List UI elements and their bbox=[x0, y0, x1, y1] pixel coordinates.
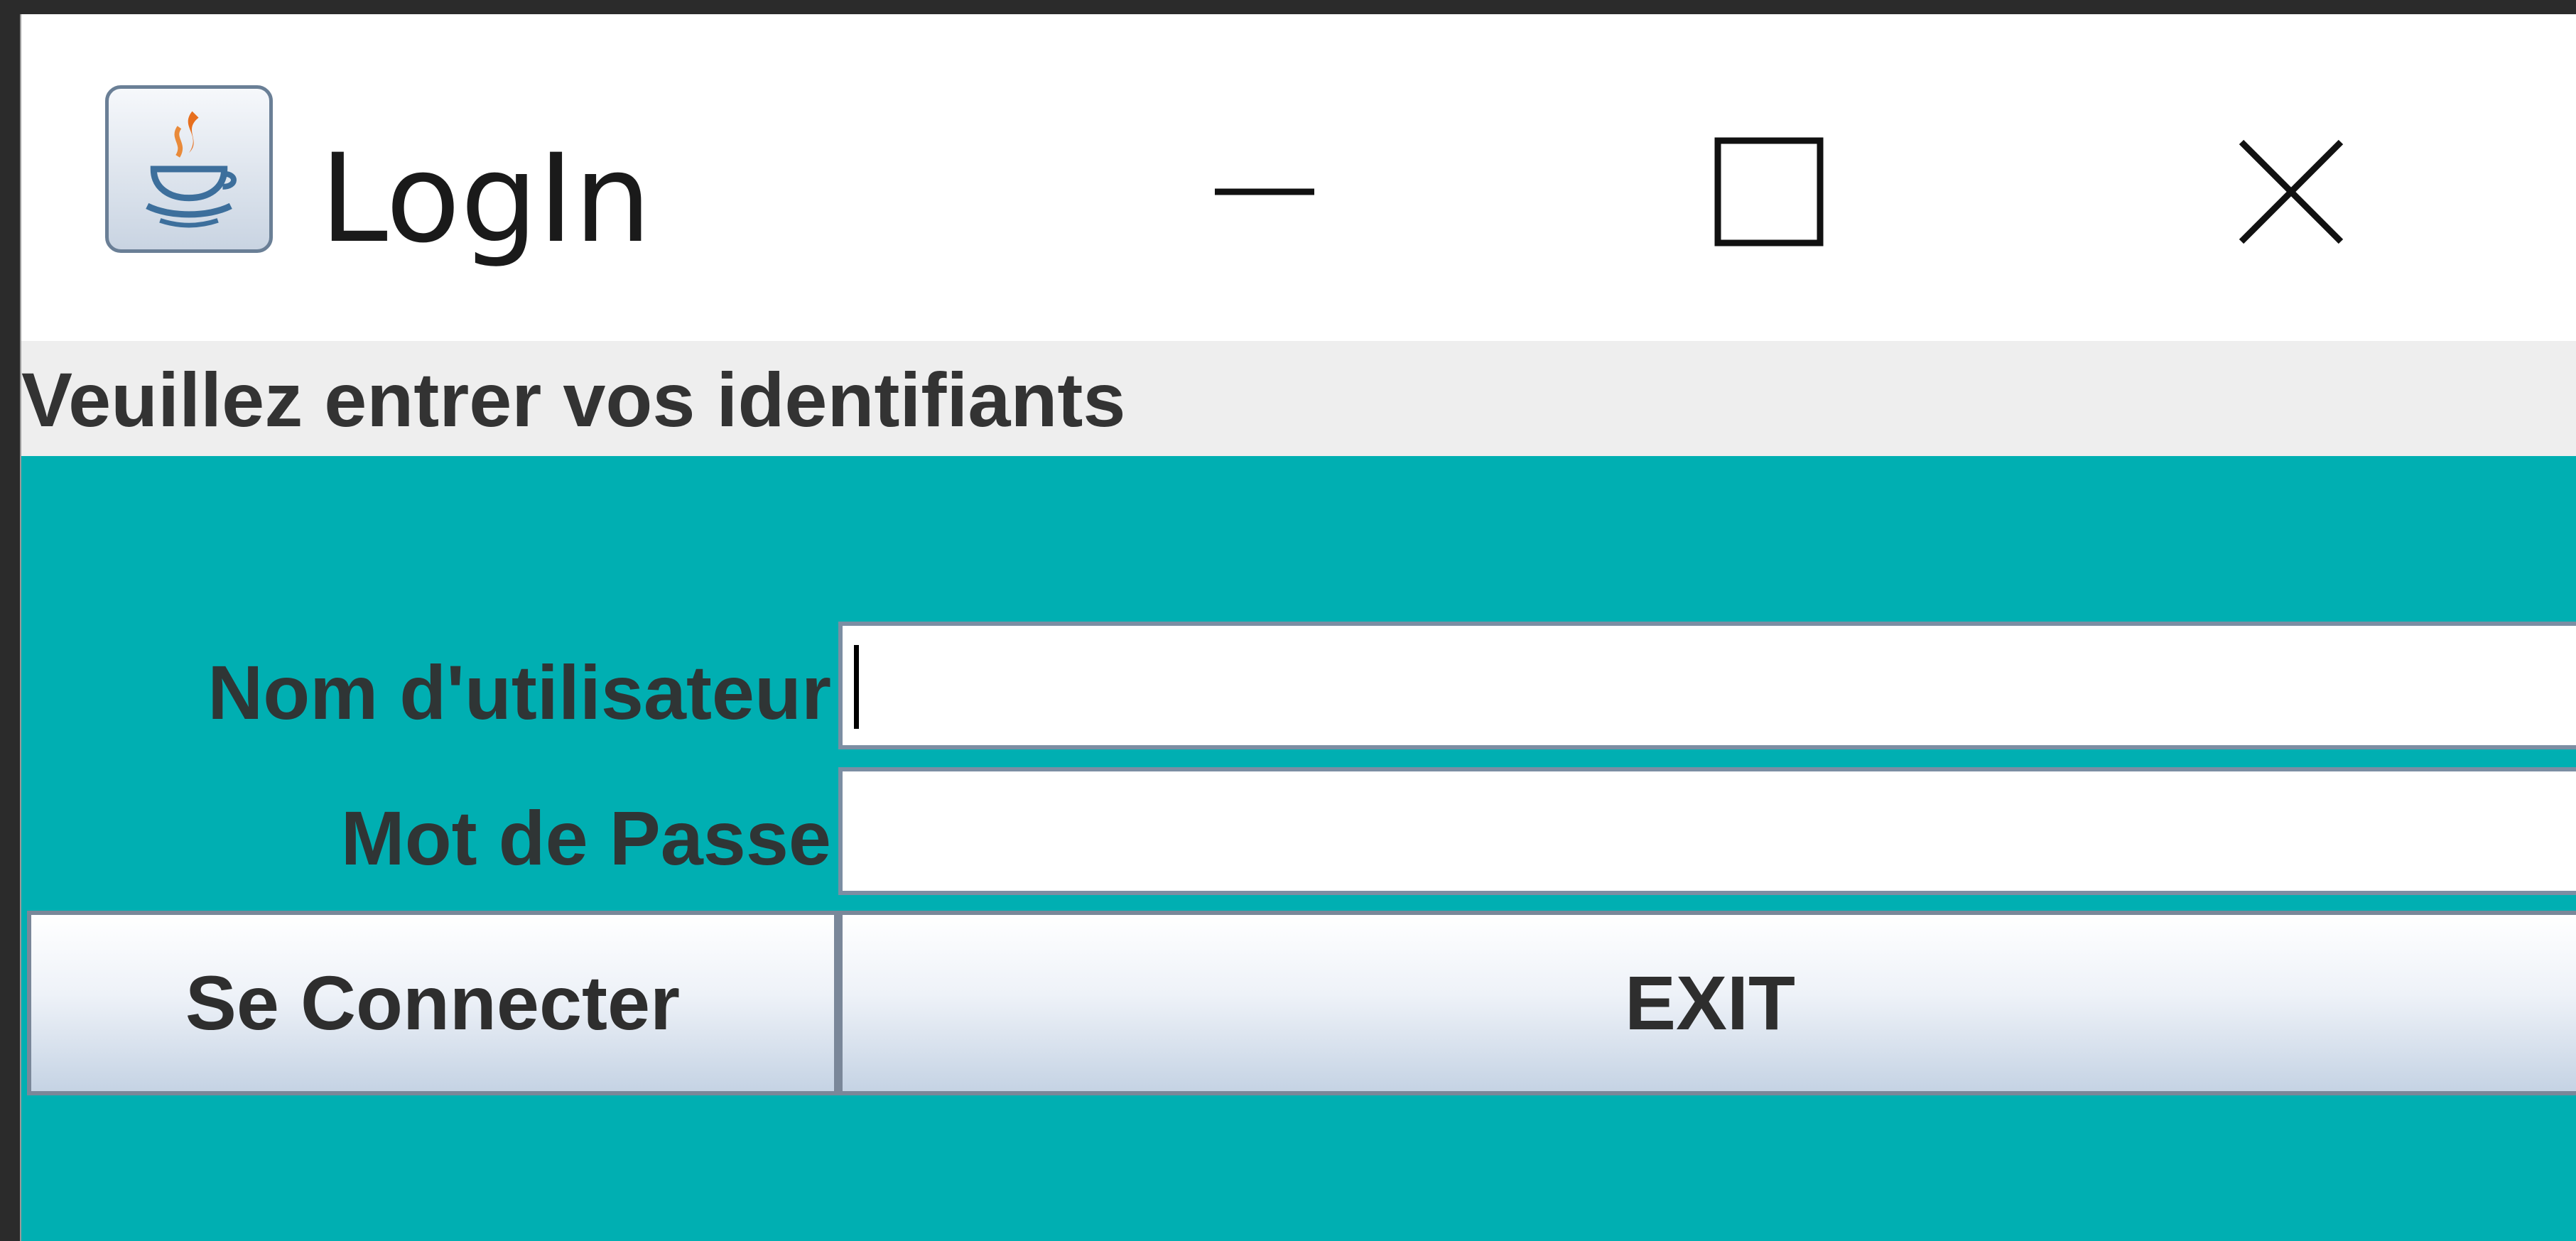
close-icon[interactable] bbox=[2220, 121, 2362, 263]
title-bar[interactable]: LogIn bbox=[21, 14, 2576, 341]
username-label: Nom d'utilisateur bbox=[207, 649, 831, 735]
heading-band: Veuillez entrer vos identifiants bbox=[21, 341, 2576, 456]
minimize-icon[interactable] bbox=[1194, 121, 1336, 263]
text-caret bbox=[854, 645, 859, 729]
password-field[interactable] bbox=[838, 767, 2576, 895]
login-window: LogIn Veuillez entrer vos identifiants N… bbox=[20, 14, 2576, 1241]
maximize-icon[interactable] bbox=[1698, 121, 1840, 263]
window-title: LogIn bbox=[320, 127, 651, 270]
instructions-heading: Veuillez entrer vos identifiants bbox=[21, 357, 1126, 443]
password-label: Mot de Passe bbox=[340, 795, 831, 881]
java-cup-icon bbox=[105, 85, 273, 253]
username-field[interactable] bbox=[838, 622, 2576, 749]
connect-button[interactable]: Se Connecter bbox=[27, 911, 838, 1095]
exit-button[interactable]: EXIT bbox=[838, 911, 2576, 1095]
